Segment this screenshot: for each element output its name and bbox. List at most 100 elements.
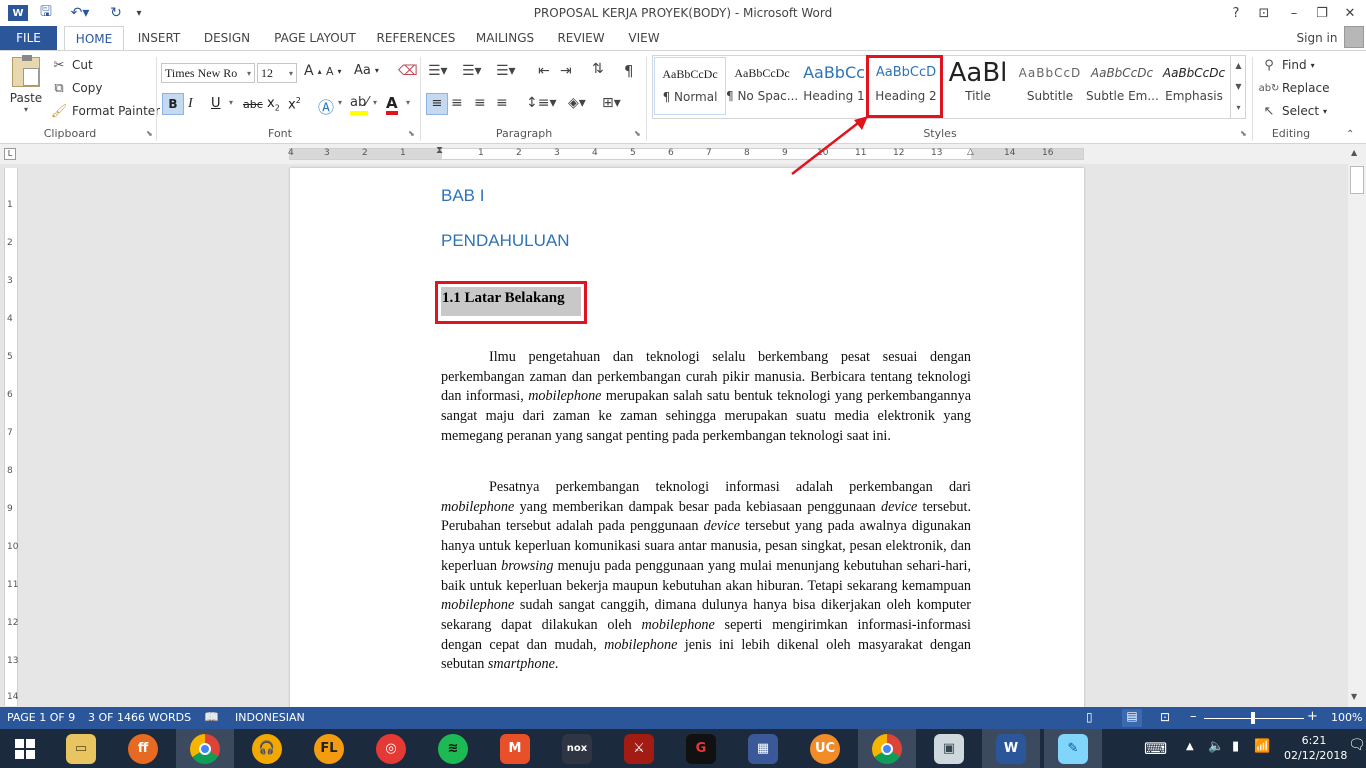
keyboard-icon[interactable]: ⌨	[1144, 739, 1167, 758]
replace-button[interactable]: ab↻ Replace	[1259, 79, 1330, 97]
chrome-icon[interactable]	[176, 729, 234, 768]
tab-view[interactable]: VIEW	[622, 26, 666, 50]
collapse-ribbon-icon[interactable]: ⌃	[1346, 129, 1354, 140]
font-launcher-icon[interactable]: ⬊	[408, 129, 415, 138]
text-effects-icon[interactable]: Ⓐ	[318, 94, 334, 118]
tab-mailings[interactable]: MAILINGS	[470, 26, 540, 50]
file-explorer-icon[interactable]: ▭	[52, 729, 110, 768]
chevron-down-icon[interactable]: ▾	[406, 98, 410, 107]
help-button[interactable]: ?	[1224, 3, 1248, 23]
align-center-icon[interactable]: ≡	[451, 95, 463, 111]
tab-review[interactable]: REVIEW	[552, 26, 610, 50]
avatar[interactable]	[1344, 26, 1364, 48]
paragraph-2[interactable]: Pesatnya perkembangan teknologi informas…	[441, 478, 971, 675]
style-title[interactable]: AaBl Title	[942, 57, 1014, 115]
increase-indent-icon[interactable]: ⇥	[560, 63, 572, 79]
vertical-scrollbar[interactable]: ▲ ▼	[1348, 144, 1366, 707]
grow-font-button[interactable]: A ▴	[304, 63, 322, 79]
dota-icon[interactable]: ⚔	[610, 729, 668, 768]
right-indent-marker-icon[interactable]: △	[967, 147, 974, 157]
heading-pendahuluan[interactable]: PENDAHULUAN	[441, 231, 569, 251]
read-mode-icon[interactable]: ▯	[1086, 710, 1093, 724]
volume-icon[interactable]: 🔈	[1208, 739, 1224, 754]
mendeley-icon[interactable]: M	[486, 729, 544, 768]
chevron-down-icon[interactable]: ▾	[373, 98, 377, 107]
align-right-icon[interactable]: ≡	[474, 95, 486, 111]
strikethrough-button[interactable]: abc	[243, 98, 263, 111]
scroll-up-icon[interactable]: ▲	[1351, 148, 1357, 157]
zoom-level[interactable]: 100%	[1331, 711, 1362, 724]
battery-icon[interactable]: ▮	[1232, 739, 1239, 754]
sort-icon[interactable]: ⇅	[592, 61, 604, 77]
shrink-font-button[interactable]: A ▾	[326, 65, 342, 78]
fl-studio-icon[interactable]: FL	[300, 729, 358, 768]
notifications-icon[interactable]: 🗨	[1348, 737, 1366, 753]
audacity-icon[interactable]: 🎧	[238, 729, 296, 768]
justify-icon[interactable]: ≡	[496, 95, 508, 111]
document-area[interactable]: BAB I PENDAHULUAN 1.1 Latar Belakang Ilm…	[20, 164, 1348, 707]
tab-design[interactable]: DESIGN	[199, 26, 255, 50]
font-color-button[interactable]: A	[386, 94, 398, 115]
heading-bab[interactable]: BAB I	[441, 186, 484, 206]
show-formatting-button[interactable]: ¶	[624, 62, 634, 80]
superscript-button[interactable]: x2	[288, 96, 301, 112]
maximize-button[interactable]: ❐	[1310, 3, 1334, 23]
line-spacing-icon[interactable]: ↕≡▾	[526, 95, 557, 111]
document-page[interactable]: BAB I PENDAHULUAN 1.1 Latar Belakang Ilm…	[290, 168, 1084, 707]
bullets-icon[interactable]: ☰▾	[428, 63, 448, 79]
copy-button[interactable]: ⧉ Copy	[50, 79, 102, 97]
style-subtle-emphasis[interactable]: AaBbCcDc Subtle Em...	[1086, 57, 1158, 115]
proofing-icon[interactable]: 📖	[204, 710, 219, 724]
style-normal[interactable]: AaBbCcDc ¶ Normal	[654, 57, 726, 115]
paragraph-launcher-icon[interactable]: ⬊	[634, 129, 641, 138]
change-case-button[interactable]: Aa ▾	[354, 63, 379, 78]
page-count[interactable]: PAGE 1 OF 9	[7, 711, 75, 724]
zoom-out-button[interactable]: –	[1190, 709, 1197, 724]
horizontal-ruler[interactable]: 4 3 2 1 ⧗ 1 2 3 4 5 6 7 8 9 10 11 12 13 …	[288, 145, 1084, 160]
close-button[interactable]: ✕	[1338, 3, 1362, 23]
nox-icon[interactable]: nox	[548, 729, 606, 768]
tab-file[interactable]: FILE	[0, 26, 57, 50]
tab-selector-icon[interactable]: L	[4, 148, 16, 160]
borders-icon[interactable]: ⊞▾	[602, 95, 621, 111]
font-size-select[interactable]: 12 ▾	[257, 63, 297, 83]
tray-expand-button[interactable]: ▲	[1186, 741, 1194, 752]
web-layout-icon[interactable]: ⊡	[1160, 710, 1170, 724]
game-icon[interactable]: ▦	[734, 729, 792, 768]
shading-icon[interactable]: ◈▾	[568, 95, 586, 111]
find-button[interactable]: ⚲ Find ▾	[1260, 56, 1314, 74]
explorer-window-icon[interactable]: ▣	[920, 729, 978, 768]
bold-button[interactable]: B	[162, 93, 184, 115]
zoom-in-button[interactable]: +	[1307, 709, 1318, 724]
align-left-icon[interactable]: ≡	[426, 93, 448, 115]
numbering-icon[interactable]: ☰▾	[462, 63, 482, 79]
styles-scroll[interactable]: ▲ ▼ ▾	[1230, 55, 1246, 119]
style-subtitle[interactable]: AaBbCcD Subtitle	[1014, 57, 1086, 115]
garena-icon[interactable]: G	[672, 729, 730, 768]
language-indicator[interactable]: INDONESIAN	[235, 711, 305, 724]
chevron-down-icon[interactable]: ▾	[229, 98, 233, 107]
media-player-icon[interactable]: ◎	[362, 729, 420, 768]
uc-browser-icon[interactable]: UC	[796, 729, 854, 768]
format-painter-button[interactable]: 🖌 Format Painter	[50, 102, 160, 120]
decrease-indent-icon[interactable]: ⇤	[538, 63, 550, 79]
network-icon[interactable]: 📶	[1254, 739, 1270, 754]
tab-references[interactable]: REFERENCES	[374, 26, 458, 50]
notepad-icon[interactable]: ✎	[1044, 729, 1102, 768]
underline-button[interactable]: U	[211, 96, 221, 111]
style-no-spacing[interactable]: AaBbCcDc ¶ No Spac...	[726, 57, 798, 115]
tab-page-layout[interactable]: PAGE LAYOUT	[268, 26, 362, 50]
minimize-button[interactable]: –	[1282, 3, 1306, 23]
cut-button[interactable]: ✂ Cut	[50, 56, 93, 74]
scroll-thumb[interactable]	[1350, 166, 1364, 194]
print-layout-icon[interactable]: ▤	[1122, 709, 1142, 727]
tab-home[interactable]: HOME	[64, 26, 124, 50]
chevron-down-icon[interactable]: ▾	[338, 98, 342, 107]
sign-in-link[interactable]: Sign in	[1292, 26, 1342, 50]
word-icon[interactable]: W	[982, 729, 1040, 768]
vertical-ruler[interactable]: 1 2 3 4 5 6 7 8 9 10 11 12 13 14	[4, 168, 18, 706]
chrome-icon-2[interactable]	[858, 729, 916, 768]
tab-insert[interactable]: INSERT	[132, 26, 186, 50]
clipboard-launcher-icon[interactable]: ⬊	[146, 129, 153, 138]
highlight-icon[interactable]: ab⁄	[350, 95, 369, 115]
